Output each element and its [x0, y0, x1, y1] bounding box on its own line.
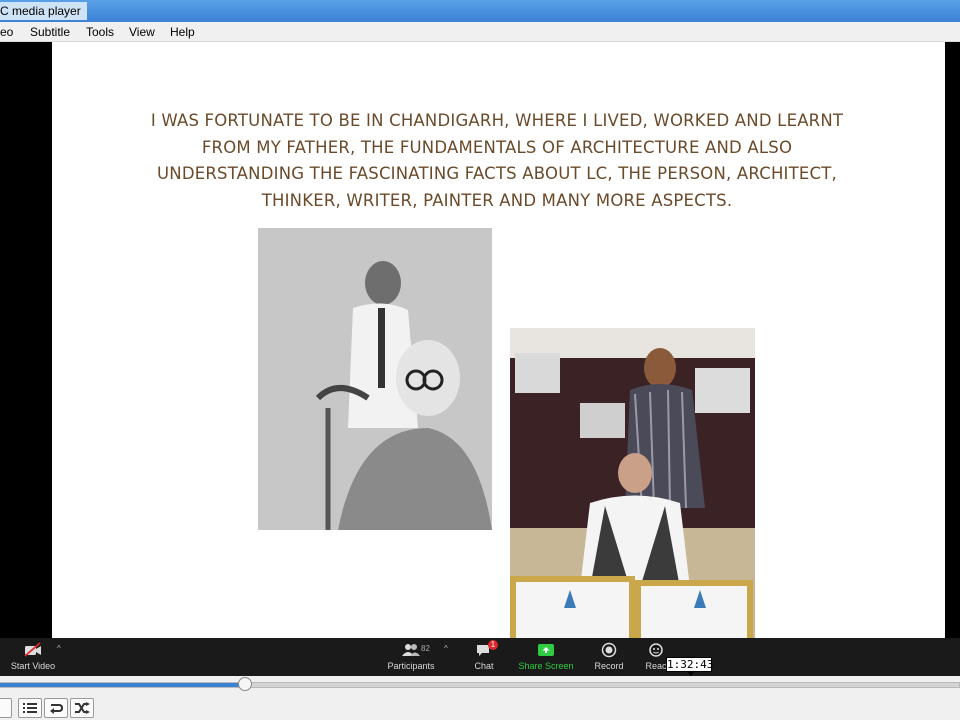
slide-text-line: FROM MY FATHER, THE FUNDAMENTALS OF ARCH…	[201, 137, 793, 157]
chat-label: Chat	[474, 661, 494, 671]
black-white-photo-illustration	[258, 228, 492, 530]
window-titlebar: C media player	[0, 0, 960, 22]
seek-bar-progress	[0, 683, 245, 687]
record-button[interactable]: Record	[593, 642, 625, 671]
share-screen-label: Share Screen	[518, 661, 574, 671]
chat-unread-badge: 1	[488, 640, 498, 650]
playback-controls	[0, 694, 960, 720]
start-video-button[interactable]: Start Video	[10, 642, 56, 671]
partial-control-button[interactable]	[0, 698, 12, 718]
reactions-label: Reac	[645, 661, 667, 671]
share-screen-button[interactable]: Share Screen	[518, 642, 574, 671]
menu-subtitle[interactable]: Subtitle	[30, 22, 70, 42]
participants-label: Participants	[387, 661, 435, 671]
camera-off-icon	[24, 642, 41, 657]
seek-bar-handle[interactable]	[238, 677, 252, 691]
participants-options-caret-icon[interactable]: ^	[444, 644, 448, 653]
color-photo-illustration	[510, 328, 755, 638]
participants-count: 82	[421, 644, 430, 653]
window-title: C media player	[0, 2, 87, 20]
record-label: Record	[594, 661, 624, 671]
menu-bar: eo Subtitle Tools View Help	[0, 22, 960, 42]
loop-icon	[50, 704, 64, 714]
menu-tools[interactable]: Tools	[86, 22, 114, 42]
video-area[interactable]: I WAS FORTUNATE TO BE IN CHANDIGARH, WHE…	[0, 42, 960, 638]
playlist-button[interactable]	[18, 698, 42, 718]
slide-text-line: UNDERSTANDING THE FASCINATING FACTS ABOU…	[157, 164, 837, 183]
shuffle-icon	[75, 702, 90, 714]
record-icon	[601, 642, 617, 658]
zoom-toolbar: Start Video ^ Participants 82 ^ Chat 1 S…	[0, 638, 960, 676]
share-screen-icon	[538, 644, 554, 656]
slide-text: I WAS FORTUNATE TO BE IN CHANDIGARH, WHE…	[112, 108, 882, 214]
slide-text-line: THINKER, WRITER, PAINTER AND MANY MORE A…	[261, 190, 733, 210]
menu-video[interactable]: eo	[0, 22, 13, 42]
start-video-label: Start Video	[10, 661, 56, 671]
playlist-icon	[23, 703, 37, 713]
menu-view[interactable]: View	[129, 22, 155, 42]
participants-icon	[402, 644, 420, 656]
slide-text-line: I WAS FORTUNATE TO BE IN CHANDIGARH, WHE…	[150, 111, 844, 130]
black-white-photo	[258, 228, 492, 530]
video-options-caret-icon[interactable]: ^	[57, 644, 61, 653]
reactions-button[interactable]: Reac	[645, 642, 667, 671]
menu-help[interactable]: Help	[170, 22, 195, 42]
color-photo	[510, 328, 755, 638]
reactions-icon	[649, 643, 663, 657]
seek-time-tooltip: 1:32:43	[666, 657, 714, 672]
shuffle-button[interactable]	[70, 698, 94, 718]
loop-button[interactable]	[44, 698, 68, 718]
presentation-slide: I WAS FORTUNATE TO BE IN CHANDIGARH, WHE…	[52, 42, 945, 638]
